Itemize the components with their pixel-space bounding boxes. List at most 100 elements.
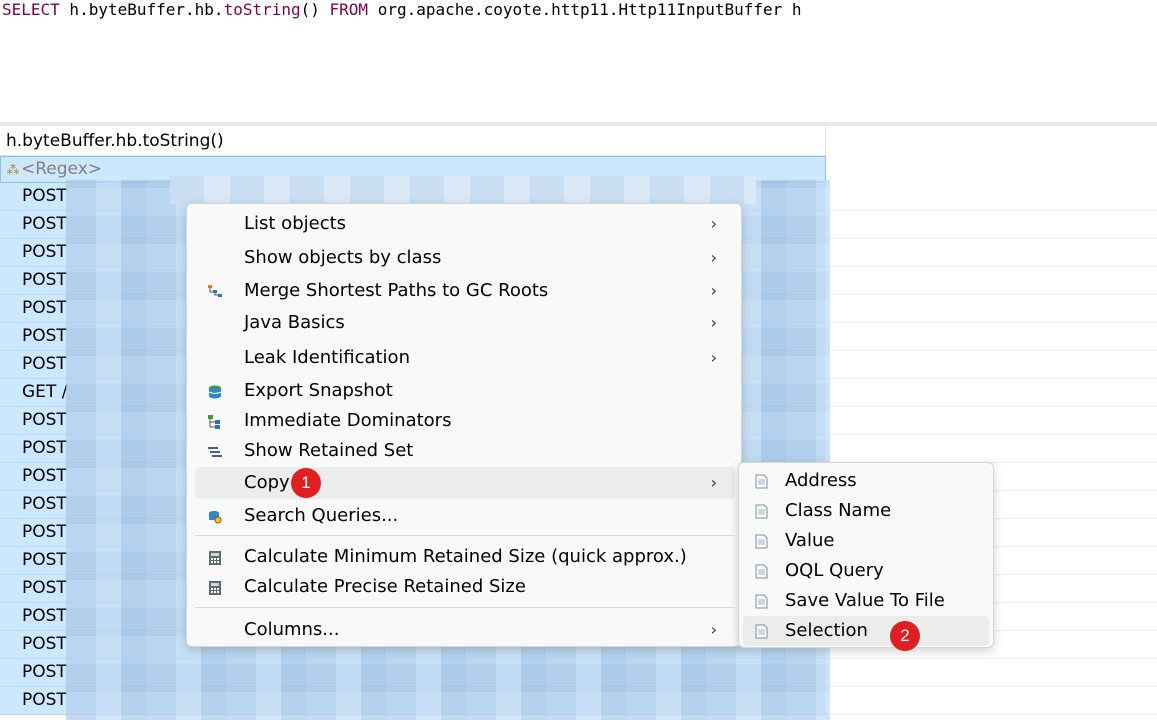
row-gridline <box>826 238 1157 239</box>
step-badge: 1 <box>291 468 321 498</box>
document-icon <box>755 534 768 549</box>
submenu-item-class-name[interactable]: Class Name <box>743 496 989 526</box>
menu-item-export-snapshot[interactable]: Export Snapshot <box>195 375 735 407</box>
row-value: POST <box>22 186 67 206</box>
menu-item-show-retained-set[interactable]: Show Retained Set <box>195 435 735 467</box>
row-value: POST <box>22 606 67 626</box>
row-value: POST <box>22 410 67 430</box>
document-icon <box>755 474 768 489</box>
tree-icon <box>208 415 220 429</box>
method-name: toString <box>223 0 301 19</box>
menu-item-label: Immediate Dominators <box>244 410 452 431</box>
row-value: POST <box>22 550 67 570</box>
submenu-item-label: Class Name <box>785 500 892 521</box>
chevron-right-icon: › <box>710 248 717 267</box>
menu-item-immediate-dominators[interactable]: Immediate Dominators <box>195 405 735 437</box>
menu-item-list-objects[interactable]: List objects › <box>195 208 735 240</box>
submenu-item-label: Value <box>785 530 835 551</box>
document-icon <box>755 624 768 639</box>
submenu-item-label: Address <box>785 470 857 491</box>
row-gridline <box>826 434 1157 435</box>
column-header[interactable]: h.byteBuffer.hb.toString() <box>0 126 826 156</box>
chevron-right-icon: › <box>710 281 717 300</box>
menu-item-show-objects-by-class[interactable]: Show objects by class › <box>195 242 735 274</box>
menu-item-label: Columns... <box>244 619 340 640</box>
list-icon <box>208 447 222 457</box>
query-text: org.apache.coyote.http11.Http11InputBuff… <box>368 0 802 19</box>
menu-item-label: Java Basics <box>244 312 345 333</box>
keyword-select: SELECT <box>2 0 60 19</box>
menu-item-label: List objects <box>244 213 347 234</box>
submenu-item-label: Save Value To File <box>785 590 945 611</box>
row-gridline <box>826 322 1157 323</box>
row-value: POST <box>22 634 67 654</box>
menu-item-search-queries[interactable]: Search Queries... <box>195 500 735 532</box>
row-value: POST <box>22 326 67 346</box>
row-value: POST <box>22 662 67 682</box>
chevron-right-icon: › <box>710 348 717 367</box>
row-gridline <box>826 294 1157 295</box>
menu-item-label: Search Queries... <box>244 505 399 526</box>
submenu-item-value[interactable]: Value <box>743 526 989 556</box>
menu-item-calc-min-retained[interactable]: Calculate Minimum Retained Size (quick a… <box>195 541 735 573</box>
menu-item-calc-precise-retained[interactable]: Calculate Precise Retained Size <box>195 571 735 603</box>
blurred-content <box>170 176 756 204</box>
row-gridline <box>826 210 1157 211</box>
menu-item-merge-shortest-paths[interactable]: Merge Shortest Paths to GC Roots › <box>195 275 735 307</box>
calculator-icon <box>209 551 221 565</box>
row-gridline <box>826 406 1157 407</box>
row-value: POST <box>22 270 67 290</box>
oql-editor[interactable]: SELECT h.byteBuffer.hb.toString() FROM o… <box>0 0 1157 122</box>
step-badge: 2 <box>890 621 920 651</box>
submenu-item-save-value-to-file[interactable]: Save Value To File <box>743 586 989 616</box>
regex-filter-placeholder: <Regex> <box>21 159 103 179</box>
row-gridline <box>826 686 1157 687</box>
row-value: POST <box>22 298 67 318</box>
row-value: POST <box>22 494 67 514</box>
copy-submenu: Address Class Name Value OQL Query Save … <box>738 462 994 648</box>
context-menu: List objects › Show objects by class › M… <box>186 203 742 647</box>
row-value: POST <box>22 690 67 710</box>
menu-separator <box>195 607 735 608</box>
row-gridline <box>826 266 1157 267</box>
menu-item-label: Copy <box>244 472 290 493</box>
search-db-icon <box>209 511 222 524</box>
menu-item-copy[interactable]: Copy › <box>195 467 735 499</box>
row-gridline <box>826 378 1157 379</box>
row-value: POST <box>22 354 67 374</box>
document-icon <box>755 504 768 519</box>
row-value: POST <box>22 214 67 234</box>
menu-item-label: Show objects by class <box>244 247 442 268</box>
row-value: POST <box>22 466 67 486</box>
menu-item-label: Show Retained Set <box>244 440 414 461</box>
submenu-item-address[interactable]: Address <box>743 466 989 496</box>
menu-item-label: Merge Shortest Paths to GC Roots <box>244 280 549 301</box>
menu-item-java-basics[interactable]: Java Basics › <box>195 307 735 339</box>
row-gridline <box>826 350 1157 351</box>
row-value: POST <box>22 242 67 262</box>
regex-filter-icon: ⁂ <box>6 163 20 178</box>
submenu-item-selection[interactable]: Selection <box>743 616 989 646</box>
menu-item-leak-identification[interactable]: Leak Identification › <box>195 342 735 374</box>
menu-item-label: Leak Identification <box>244 347 410 368</box>
document-icon <box>755 564 768 579</box>
menu-item-label: Calculate Minimum Retained Size (quick a… <box>244 546 687 567</box>
database-icon <box>208 385 222 399</box>
keyword-from: FROM <box>329 0 369 19</box>
submenu-item-oql-query[interactable]: OQL Query <box>743 556 989 586</box>
row-gridline <box>826 658 1157 659</box>
chevron-right-icon: › <box>710 313 717 332</box>
chevron-right-icon: › <box>710 473 717 492</box>
calculator-icon <box>209 581 221 595</box>
menu-item-columns[interactable]: Columns... › <box>195 614 735 646</box>
query-text: () <box>300 0 330 19</box>
row-value: POST <box>22 522 67 542</box>
document-icon <box>755 594 768 609</box>
query-text: h.byteBuffer.hb. <box>59 0 224 19</box>
row-value: GET / <box>22 382 68 402</box>
menu-item-label: Calculate Precise Retained Size <box>244 576 526 597</box>
row-value: POST <box>22 438 67 458</box>
submenu-item-label: Selection <box>785 620 868 641</box>
submenu-item-label: OQL Query <box>785 560 884 581</box>
paths-icon <box>208 285 222 297</box>
